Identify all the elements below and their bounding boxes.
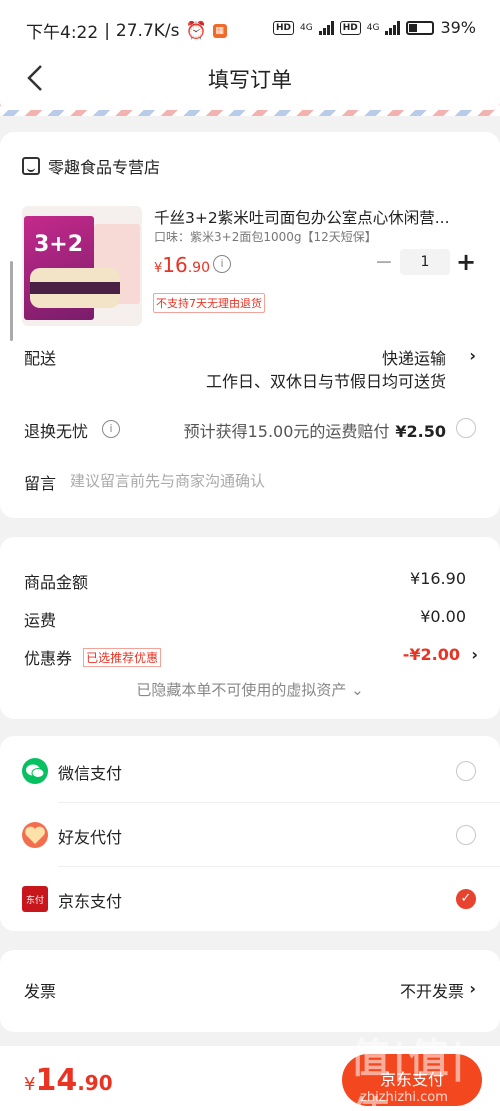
message-label: 留言 [24,474,57,493]
message-input[interactable]: 建议留言前先与商家沟通确认 [70,470,265,491]
watermark-site: zhizhizhi.com [360,1090,448,1105]
friend-pay-icon [22,822,48,848]
product-image[interactable]: 3+2 [22,206,142,326]
friend-radio[interactable] [456,825,476,845]
product-image-label: 3+2 [34,232,84,257]
signal-icon [318,20,334,35]
total-price: ¥ 14 .90 [24,1063,113,1098]
return-service-radio[interactable] [456,418,476,438]
price-summary-card: 商品金额 ¥16.90 运费 ¥0.00 优惠券 已选推荐优惠 -¥2.00 ›… [0,537,500,719]
coupon-tag: 已选推荐优惠 [83,648,162,667]
payment-option-friend[interactable]: 好友代付 [22,802,500,866]
net-label-1: 4G [300,22,313,33]
status-time: 下午4:22 [26,23,99,43]
nav-bar: 填写订单 [0,58,500,102]
invoice-value: 不开发票 [399,982,464,1001]
chevron-right-icon[interactable]: › [469,346,476,365]
chevron-right-icon[interactable]: › [469,979,476,998]
delivery-schedule[interactable]: 工作日、双休日与节假日均可送货 [206,368,446,392]
delivery-label: 配送 [24,349,57,368]
jd-pay-icon: 东付 [22,886,48,912]
return-info-icon[interactable]: i [102,420,120,438]
status-speed: 27.7K/s [115,20,180,41]
freight-row: 运费 ¥0.00 [24,607,466,630]
invoice-card[interactable]: 发票 不开发票 › [0,950,500,1032]
price-info-icon[interactable]: i [213,255,231,273]
order-card: 零趣食品专营店 3+2 千丝3+2紫米吐司面包办公室点心休闲营... 口味：紫米… [0,132,500,518]
scroll-indicator [10,261,13,341]
coupon-row[interactable]: 优惠券 已选推荐优惠 -¥2.00 › [24,645,478,669]
no-return-badge: 不支持7天无理由退货 [153,293,265,313]
payment-option-wechat[interactable]: 微信支付 [22,738,500,802]
jd-radio-checked[interactable]: ✓ [456,889,476,909]
hidden-assets-toggle[interactable]: 已隐藏本单不可使用的虚拟资产 ⌄ [0,679,500,700]
return-service-text: 预计获得15.00元的运费赔付 ¥2.50 [183,422,446,441]
store-header[interactable]: 零趣食品专营店 [22,154,160,178]
increase-button[interactable]: + [454,248,478,276]
product-price: ¥ 16 .90 [154,253,210,277]
product-title[interactable]: 千丝3+2紫米吐司面包办公室点心休闲营... [154,206,474,228]
chevron-right-icon[interactable]: › [471,645,478,664]
wechat-radio[interactable] [456,761,476,781]
invoice-label: 发票 [24,982,57,1001]
signal-icon-2 [385,20,401,35]
decrease-button[interactable]: − [372,250,396,275]
store-icon [22,157,40,175]
product-spec[interactable]: 口味：紫米3+2面包1000g【12天短保】 [154,228,377,245]
coupon-value: -¥2.00 [402,645,460,664]
quantity-input[interactable]: 1 [400,249,450,275]
hd-icon-2: HD [339,20,361,35]
status-bar: 下午4:22 | 27.7K/s ⏰ ▦ HD 4G HD 4G 39% [0,0,500,58]
alarm-icon: ⏰ [185,20,207,41]
net-label-2: 4G [366,22,380,33]
battery-icon [406,20,435,35]
quantity-stepper: − 1 + [372,248,478,276]
wechat-pay-icon [22,758,48,784]
payment-option-jd[interactable]: 东付 京东支付 ✓ [22,866,500,930]
goods-amount-value: ¥16.90 [410,569,466,588]
goods-amount-row: 商品金额 ¥16.90 [24,569,466,592]
battery-level: 39% [440,18,476,37]
return-service-label: 退换无忧 [24,422,89,441]
payment-card: 微信支付 好友代付 东付 京东支付 ✓ [0,736,500,931]
app-notification-icon: ▦ [212,23,227,38]
store-name: 零趣食品专营店 [48,158,161,177]
page-title: 填写订单 [208,68,292,92]
return-service-price: ¥2.50 [395,422,446,441]
hd-icon: HD [273,20,295,35]
delivery-method[interactable]: 快递运输 [382,345,446,369]
freight-value: ¥0.00 [420,607,466,626]
